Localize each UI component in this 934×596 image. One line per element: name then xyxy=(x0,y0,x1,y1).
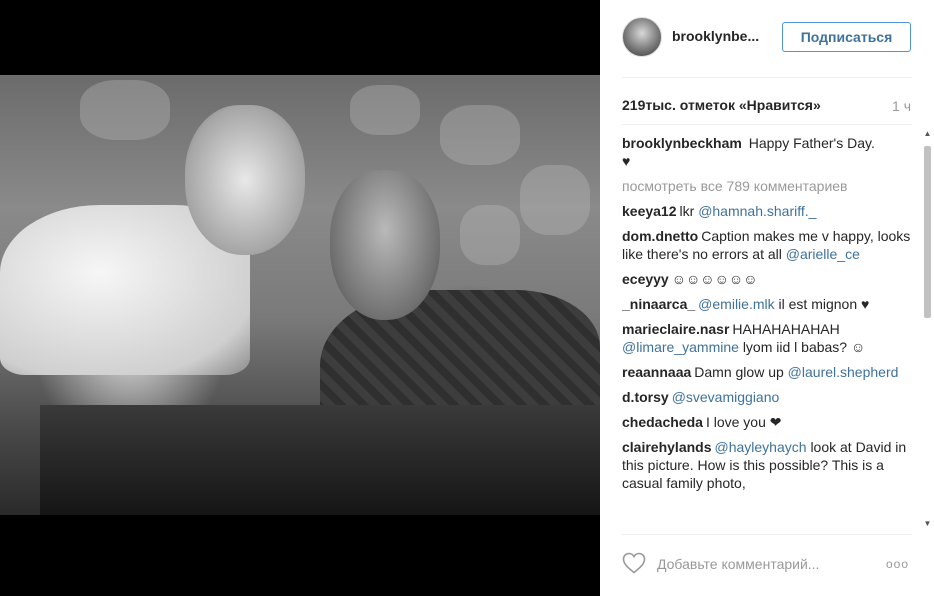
comment-item: keeya12 lkr @hamnah.shariff._ xyxy=(622,202,914,220)
comment-author[interactable]: eceyyy xyxy=(622,271,669,287)
comment-item: dom.dnetto Caption makes me v happy, look… xyxy=(622,227,914,263)
caption-text: Happy Father's Day. xyxy=(748,135,875,151)
heart-emoji: ♥ xyxy=(622,153,631,169)
comments-list: brooklynbeckham Happy Father's Day. ♥ по… xyxy=(622,134,914,529)
comment-author[interactable]: dom.dnetto xyxy=(622,228,698,244)
caption-author[interactable]: brooklynbeckham xyxy=(622,135,742,151)
photo-detail xyxy=(40,405,600,515)
photo-detail xyxy=(350,85,420,135)
comment-item: marieclaire.nasr HAHAHAHAHAH @limare_yamm… xyxy=(622,320,914,356)
comment-author[interactable]: d.torsy xyxy=(622,389,669,405)
more-options-icon[interactable]: ooo xyxy=(886,558,914,570)
comment-composer: ooo xyxy=(600,534,934,596)
comments-scrollbar[interactable]: ▲ ▼ xyxy=(921,128,934,530)
comment-text: I love you ❤ xyxy=(705,414,782,430)
comment-text: lyom iid l babas? ☺ xyxy=(742,339,866,355)
comment-mention[interactable]: @laurel.shepherd xyxy=(788,364,899,380)
photo-detail xyxy=(440,105,520,165)
comment-input[interactable] xyxy=(657,553,857,575)
comment-text: HAHAHAHAHAH xyxy=(732,321,840,337)
comment-text: lkr xyxy=(679,203,695,219)
comment-text: Damn glow up xyxy=(694,364,784,380)
post-header: brooklynbe... Подписаться xyxy=(600,0,934,74)
caption: brooklynbeckham Happy Father's Day. ♥ xyxy=(622,134,914,170)
comment-text: il est mignon ♥ xyxy=(778,296,870,312)
comment-item: chedacheda I love you ❤ xyxy=(622,413,914,431)
photo-detail xyxy=(185,105,305,255)
comment-author[interactable]: _ninaarca_ xyxy=(622,296,695,312)
comment-item: _ninaarca_ @emilie.mlk il est mignon ♥ xyxy=(622,295,914,313)
likes-count[interactable]: 219тыс. отметок «Нравится» xyxy=(622,97,821,113)
scrollbar-thumb[interactable] xyxy=(924,146,931,318)
view-all-comments-link[interactable]: посмотреть все 789 комментариев xyxy=(622,177,914,195)
author-username[interactable]: brooklynbe... xyxy=(672,28,772,44)
follow-button[interactable]: Подписаться xyxy=(782,22,911,52)
post-modal: brooklynbe... Подписаться 219тыс. отмето… xyxy=(0,0,934,596)
comment-mention[interactable]: @hamnah.shariff._ xyxy=(698,203,816,219)
post-photo[interactable] xyxy=(0,75,600,515)
photo-detail xyxy=(520,165,590,235)
comment-item: eceyyy ☺☺☺☺☺☺ xyxy=(622,270,914,288)
stats-divider xyxy=(622,124,912,125)
comment-item: reaannaaa Damn glow up @laurel.shepherd xyxy=(622,363,914,381)
comment-author[interactable]: marieclaire.nasr xyxy=(622,321,729,337)
comment-mention[interactable]: @limare_yammine xyxy=(622,339,739,355)
comment-mention[interactable]: @arielle_ce xyxy=(786,246,860,262)
comment-entries: keeya12 lkr @hamnah.shariff._ dom.dnetto C… xyxy=(622,202,914,492)
header-divider xyxy=(622,77,912,78)
scroll-up-arrow-icon[interactable]: ▲ xyxy=(921,128,934,140)
comment-mention[interactable]: @emilie.mlk xyxy=(698,296,774,312)
media-panel xyxy=(0,0,600,596)
comment-author[interactable]: clairehylands xyxy=(622,439,712,455)
post-time[interactable]: 1 ч xyxy=(892,98,911,114)
comment-mention[interactable]: @svevamiggiano xyxy=(672,389,780,405)
photo-detail xyxy=(80,80,170,140)
avatar[interactable] xyxy=(622,17,662,57)
scroll-down-arrow-icon[interactable]: ▼ xyxy=(921,518,934,530)
comment-item: d.torsy @svevamiggiano xyxy=(622,388,914,406)
heart-outline-icon[interactable] xyxy=(622,552,648,576)
comment-text: ☺☺☺☺☺☺ xyxy=(671,271,758,287)
comment-author[interactable]: chedacheda xyxy=(622,414,703,430)
side-panel: brooklynbe... Подписаться 219тыс. отмето… xyxy=(600,0,934,596)
comment-mention[interactable]: @hayleyhaych xyxy=(715,439,807,455)
photo-detail xyxy=(330,170,440,320)
comment-author[interactable]: keeya12 xyxy=(622,203,677,219)
comment-author[interactable]: reaannaaa xyxy=(622,364,691,380)
comment-item: clairehylands @hayleyhaych look at David … xyxy=(622,438,914,492)
photo-detail xyxy=(460,205,520,265)
